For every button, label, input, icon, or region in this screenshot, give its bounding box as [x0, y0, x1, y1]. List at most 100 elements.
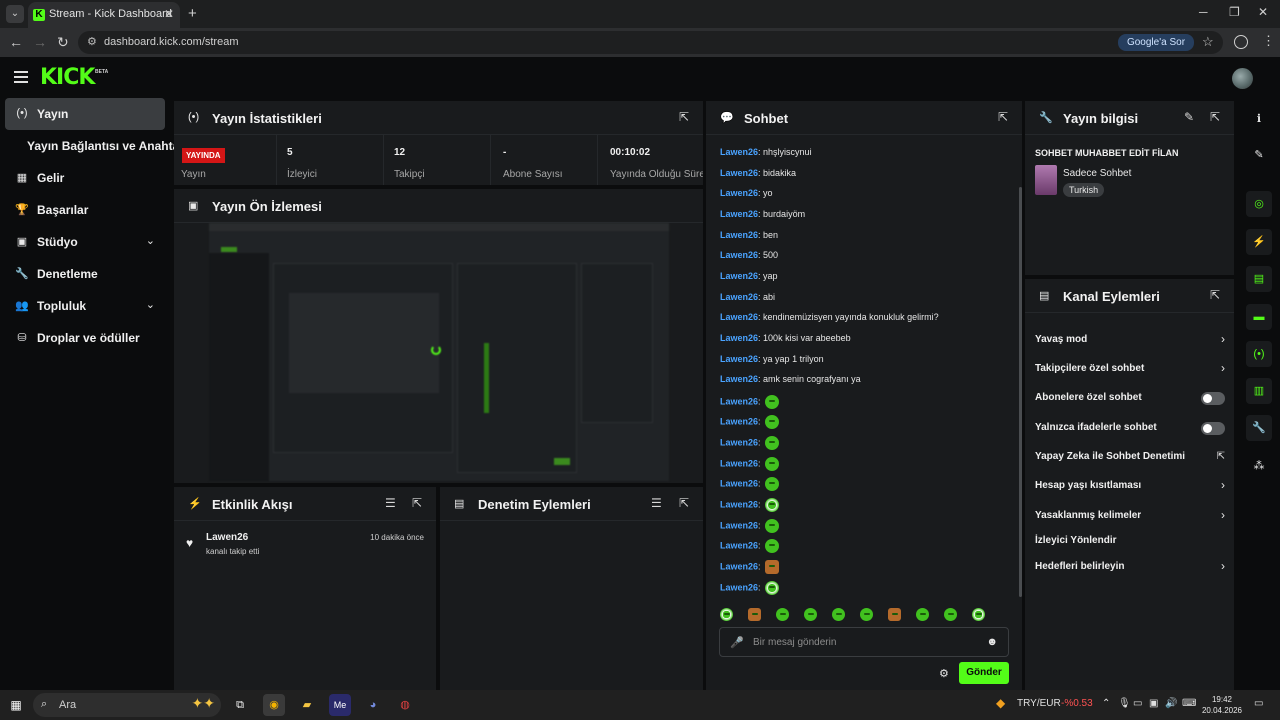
emote-icon[interactable]	[944, 608, 957, 622]
new-tab-button[interactable]: +	[188, 5, 197, 22]
tab-search-dropdown[interactable]: ⌄	[6, 5, 24, 23]
sidebar-item-moderation[interactable]: 🔧 Denetleme	[5, 258, 165, 290]
forward-icon[interactable]: →	[33, 34, 47, 50]
window-close-icon[interactable]: ✕	[1258, 5, 1268, 19]
emote-icon[interactable]	[888, 608, 901, 622]
filter-icon[interactable]: ☰	[385, 496, 396, 510]
emote-icon[interactable]	[972, 608, 985, 622]
chat-username[interactable]: Lawen26	[720, 541, 758, 551]
sidebar-item-studio[interactable]: ▣ Stüdyo ⌄	[5, 226, 165, 258]
chat-input[interactable]: 🎤 Bir mesaj gönderin ☻	[719, 627, 1009, 657]
chat-username[interactable]: Lawen26	[720, 374, 758, 384]
event-user[interactable]: Lawen26	[206, 532, 248, 543]
wrench-icon[interactable]: 🔧	[1246, 415, 1272, 441]
emote-icon[interactable]	[720, 608, 733, 622]
channel-action-item[interactable]: Yavaş mod ›	[1035, 331, 1225, 351]
chat-username[interactable]: Lawen26	[720, 250, 758, 260]
address-bar[interactable]: ⚙ dashboard.kick.com/stream Google'a Sor…	[78, 31, 1223, 54]
chat-bubble-icon[interactable]: ▬	[1246, 304, 1272, 330]
sidebar-item-achievements[interactable]: 🏆 Başarılar	[5, 194, 165, 226]
chat-username[interactable]: Lawen26	[720, 230, 758, 240]
layout-icon[interactable]: ⁂	[1246, 453, 1272, 479]
browser-tab[interactable]: K Stream - Kick Dashboard ✕	[28, 2, 180, 28]
chat-username[interactable]: Lawen26	[720, 333, 758, 343]
start-icon[interactable]: ▦	[5, 694, 27, 716]
chat-username[interactable]: Lawen26	[720, 499, 758, 509]
popout-icon[interactable]: ⇱	[1210, 110, 1220, 124]
chat-username[interactable]: Lawen26	[720, 292, 758, 302]
stream-category[interactable]: Sadece Sohbet	[1063, 168, 1131, 179]
chat-scrollbar[interactable]	[1019, 187, 1022, 597]
notification-icon[interactable]: ▭	[1254, 698, 1263, 709]
send-button[interactable]: Gönder	[959, 662, 1009, 684]
popout-icon[interactable]: ⇱	[679, 496, 689, 510]
network-icon[interactable]: ▣	[1149, 698, 1158, 709]
chat-username[interactable]: Lawen26	[720, 354, 758, 364]
target-icon[interactable]: ◎	[1246, 191, 1272, 217]
chat-username[interactable]: Lawen26	[720, 396, 758, 406]
channel-action-item[interactable]: Hesap yaşı kısıtlaması ›	[1035, 477, 1225, 497]
chevron-right-icon[interactable]: ›	[1221, 559, 1225, 573]
chat-username[interactable]: Lawen26	[720, 209, 758, 219]
kick-logo[interactable]: KICK	[40, 65, 95, 90]
channel-action-item[interactable]: Yalnızca ifadelerle sohbet	[1035, 419, 1225, 439]
hamburger-menu-icon[interactable]	[14, 71, 28, 86]
emote-icon[interactable]	[916, 608, 929, 622]
browser-menu-icon[interactable]: ⋮	[1262, 33, 1275, 49]
chat-username[interactable]: Lawen26	[720, 561, 758, 571]
emote-icon[interactable]	[748, 608, 761, 622]
channel-action-item[interactable]: Abonelere özel sohbet	[1035, 389, 1225, 409]
chat-username[interactable]: Lawen26	[720, 458, 758, 468]
tab-close-icon[interactable]: ✕	[164, 7, 174, 21]
chat-username[interactable]: Lawen26	[720, 147, 758, 157]
taskbar-search[interactable]: ⌕ Ara ✦✦	[33, 693, 221, 717]
chat-placeholder[interactable]: Bir mesaj gönderin	[753, 637, 836, 648]
chat-username[interactable]: Lawen26	[720, 437, 758, 447]
filter-icon[interactable]: ☰	[651, 496, 662, 510]
chat-username[interactable]: Lawen26	[720, 479, 758, 489]
restore-icon[interactable]: ❐	[1229, 5, 1240, 19]
file-explorer-icon[interactable]: ▰	[296, 694, 318, 716]
emoji-picker-icon[interactable]: ☻	[986, 636, 998, 648]
chat-settings-icon[interactable]: ⚙	[939, 667, 949, 680]
emote-icon[interactable]	[860, 608, 873, 622]
external-link-icon[interactable]: ⇱	[1217, 451, 1225, 462]
emote-icon[interactable]	[776, 608, 789, 622]
obs-icon[interactable]: ◍	[394, 694, 416, 716]
chat-username[interactable]: Lawen26	[720, 271, 758, 281]
messenger-app-icon[interactable]: Me	[329, 694, 351, 716]
site-info-icon[interactable]: ⚙	[87, 35, 97, 48]
channel-action-item[interactable]: Yapay Zeka ile Sohbet Denetimi ⇱	[1035, 448, 1225, 468]
user-avatar[interactable]	[1232, 68, 1253, 89]
popout-icon[interactable]: ⇱	[412, 496, 422, 510]
back-icon[interactable]: ←	[9, 34, 23, 50]
edit-pencil-icon[interactable]: ✎	[1184, 110, 1194, 124]
reload-icon[interactable]: ↻	[57, 34, 69, 51]
emote-icon[interactable]	[804, 608, 817, 622]
chat-username[interactable]: Lawen26	[720, 417, 758, 427]
microphone-tray-icon[interactable]: 🎙	[1118, 698, 1131, 709]
popout-icon[interactable]: ⇱	[1210, 288, 1220, 302]
chrome-icon[interactable]: ◉	[263, 694, 285, 716]
edit-pencil-icon[interactable]: ✎	[1246, 142, 1272, 168]
broadcast-icon[interactable]: (•)	[1246, 341, 1272, 367]
profile-icon[interactable]	[1234, 35, 1248, 49]
toggle-switch[interactable]	[1201, 422, 1225, 435]
chat-username[interactable]: Lawen26	[720, 188, 758, 198]
stream-preview-video[interactable]	[209, 223, 669, 481]
microphone-icon[interactable]: 🎤	[730, 636, 744, 649]
minimize-icon[interactable]: ─	[1199, 5, 1208, 19]
chat-username[interactable]: Lawen26	[720, 168, 758, 178]
document-icon[interactable]: ▤	[1246, 266, 1272, 292]
taskbar-clock[interactable]: 19:42 20.04.2026	[1200, 694, 1244, 716]
chat-username[interactable]: Lawen26	[720, 582, 758, 592]
display-icon[interactable]: ▭	[1133, 698, 1142, 709]
url-text[interactable]: dashboard.kick.com/stream	[104, 36, 239, 48]
currency-pair[interactable]: TRY/EUR	[1017, 698, 1061, 709]
volume-icon[interactable]: 🔊	[1165, 698, 1177, 709]
toggle-switch[interactable]	[1201, 392, 1225, 405]
chevron-right-icon[interactable]: ›	[1221, 508, 1225, 522]
channel-action-item[interactable]: Hedefleri belirleyin ›	[1035, 558, 1225, 578]
bookmark-star-icon[interactable]: ☆	[1202, 34, 1214, 50]
lightning-icon[interactable]: ⚡	[1246, 229, 1272, 255]
